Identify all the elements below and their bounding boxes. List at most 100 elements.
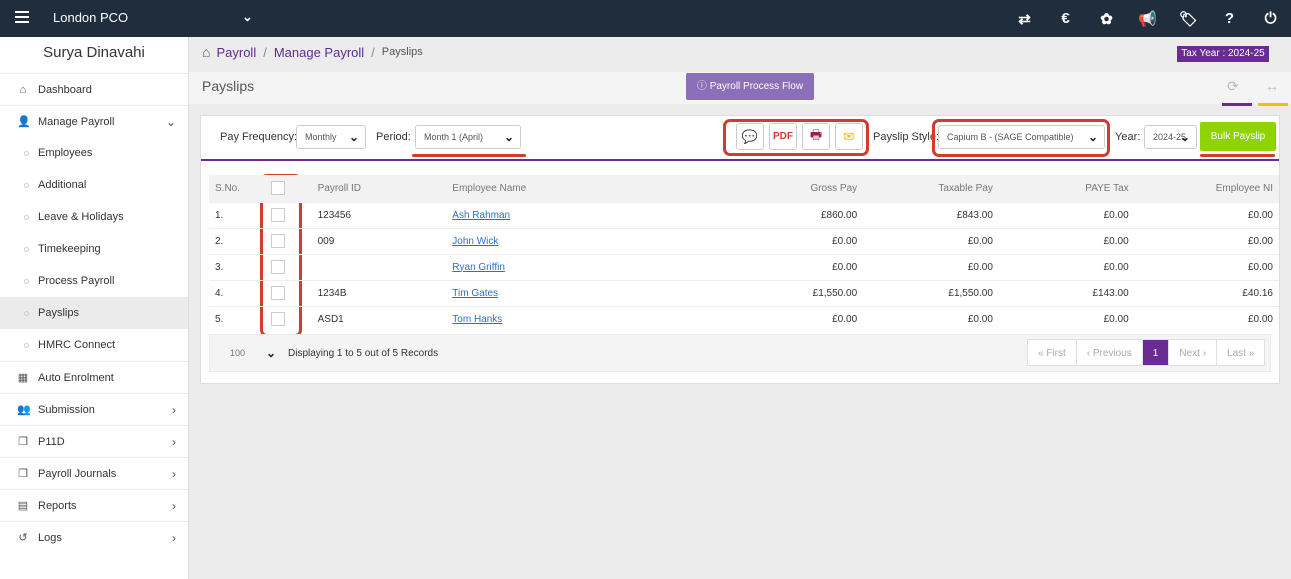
sidebar-item-p11d[interactable]: ❐ P11D ›	[0, 425, 188, 457]
sidebar-item-manage-payroll[interactable]: 👤 Manage Payroll ⌄	[0, 105, 188, 137]
header-employee-name[interactable]: Employee Name	[446, 175, 618, 202]
breadcrumb-manage-payroll[interactable]: Manage Payroll	[274, 45, 364, 60]
sidebar-sub-leave-holidays[interactable]: Leave & Holidays	[0, 201, 188, 233]
sidebar-sub-hmrc-connect[interactable]: HMRC Connect	[0, 329, 188, 361]
copy-icon: ❐	[18, 436, 28, 448]
sidebar-sub-timekeeping[interactable]: Timekeeping	[0, 233, 188, 265]
year-label: Year:	[1115, 131, 1141, 143]
transfer-icon[interactable]: ⇄	[1004, 0, 1045, 37]
copy-icon: ❐	[18, 468, 28, 480]
page-size-select[interactable]: 100 ⌄	[216, 342, 276, 364]
pager-page-1[interactable]: 1	[1141, 340, 1169, 365]
pager-previous[interactable]: ‹ Previous	[1075, 340, 1142, 365]
table-row: 5. ASD1 Tom Hanks £0.00 £0.00 £0.00 £0.0…	[209, 305, 1279, 332]
cell-payroll-id: 1234B	[311, 279, 447, 306]
cell-paye-tax: £0.00	[998, 305, 1135, 332]
sidebar-item-dashboard[interactable]: ⌂ Dashboard	[0, 73, 188, 105]
cell-employee-name: Ash Rahman	[446, 201, 618, 228]
currency-icon[interactable]: €	[1045, 0, 1086, 37]
grid-icon: ▦	[17, 372, 29, 384]
row-checkbox[interactable]	[270, 286, 285, 300]
ticket-icon[interactable]: 🏷	[1168, 0, 1209, 37]
cell-taxable-pay: £843.00	[863, 201, 999, 228]
chevron-down-icon: ⌄	[165, 115, 176, 129]
cell-paye-tax: £0.00	[998, 227, 1135, 254]
pay-frequency-value: Monthly	[305, 132, 337, 142]
sidebar-item-payroll-journals[interactable]: ❐ Payroll Journals ›	[0, 457, 188, 489]
sidebar-sub-payslips[interactable]: Payslips	[0, 297, 188, 329]
email-icon[interactable]: ✉	[835, 123, 863, 150]
employee-link[interactable]: Tim Gates	[452, 288, 498, 299]
cell-select	[264, 279, 312, 306]
cell-select	[264, 201, 312, 228]
header-taxable-pay[interactable]: Taxable Pay	[863, 175, 999, 202]
header-payroll-id[interactable]: Payroll ID	[311, 175, 447, 202]
table-footer: 100 ⌄ Displaying 1 to 5 out of 5 Records…	[209, 334, 1271, 372]
bulk-payslip-button[interactable]: Bulk Payslip	[1200, 122, 1276, 151]
breadcrumb-payroll[interactable]: Payroll	[216, 45, 256, 60]
hamburger-menu-icon[interactable]	[15, 11, 29, 23]
power-icon[interactable]: ⏻	[1250, 0, 1291, 37]
home-icon[interactable]: ⌂	[202, 44, 210, 60]
cell-gross-pay: £860.00	[617, 201, 864, 228]
tax-year-badge: Tax Year : 2024-25	[1177, 46, 1269, 62]
page-size-value: 100	[230, 348, 246, 358]
pdf-icon[interactable]: PDF	[769, 123, 797, 150]
pay-frequency-select[interactable]: Monthly ⌄	[296, 125, 366, 149]
cell-employee-name: Tom Hanks	[446, 305, 618, 332]
pager-last[interactable]: Last »	[1216, 340, 1264, 365]
sidebar-item-logs[interactable]: ↺ Logs ›	[0, 521, 188, 553]
sidebar-sub-process-payroll[interactable]: Process Payroll	[0, 265, 188, 297]
refresh-icon[interactable]: ⟳	[1227, 78, 1239, 95]
cell-sno: 3.	[209, 253, 265, 280]
announcement-icon[interactable]: 📢	[1127, 0, 1168, 37]
row-checkbox[interactable]	[270, 260, 285, 274]
employee-link[interactable]: Tom Hanks	[452, 314, 502, 325]
payroll-process-flow-button[interactable]: ⓘ Payroll Process Flow	[686, 73, 814, 100]
pager-next[interactable]: Next ›	[1168, 340, 1216, 365]
period-highlight-underline	[412, 154, 526, 157]
table-row: 3. Ryan Griffin £0.00 £0.00 £0.00 £0.00	[209, 253, 1279, 280]
pager-first[interactable]: « First	[1028, 340, 1076, 365]
company-chevron-down-icon[interactable]: ⌄	[242, 9, 253, 25]
cubes-icon[interactable]: ✿	[1086, 0, 1127, 37]
filter-bar: Pay Frequency: Monthly ⌄ Period: Month 1…	[201, 116, 1279, 161]
users-icon: 👥	[17, 404, 31, 416]
sidebar-item-label: Dashboard	[38, 84, 92, 96]
comments-icon[interactable]: 💬	[736, 123, 764, 150]
payroll-process-flow-label: Payroll Process Flow	[709, 81, 804, 92]
row-checkbox[interactable]	[270, 234, 285, 248]
employee-link[interactable]: Ash Rahman	[452, 210, 510, 221]
cell-employee-ni: £0.00	[1134, 305, 1279, 332]
print-icon[interactable]: 🖶	[802, 123, 830, 150]
sidebar-sub-employees[interactable]: Employees	[0, 137, 188, 169]
help-icon[interactable]: ?	[1209, 0, 1250, 37]
sidebar-sub-additional[interactable]: Additional	[0, 169, 188, 201]
table-row: 4. 1234B Tim Gates £1,550.00 £1,550.00 £…	[209, 279, 1279, 306]
pagination: « First ‹ Previous 1 Next › Last »	[1027, 339, 1266, 366]
cell-taxable-pay: £0.00	[863, 253, 999, 280]
payslip-style-value: Capium B - (SAGE Compatible)	[947, 132, 1074, 142]
sidebar-item-auto-enrolment[interactable]: ▦ Auto Enrolment	[0, 361, 188, 393]
cell-select	[264, 253, 312, 280]
expand-icon[interactable]: ↔	[1265, 78, 1279, 94]
sidebar-item-submission[interactable]: 👥 Submission ›	[0, 393, 188, 425]
payslip-style-select[interactable]: Capium B - (SAGE Compatible) ⌄	[938, 125, 1105, 149]
year-select[interactable]: 2024-25 ⌄	[1144, 125, 1197, 149]
header-paye-tax[interactable]: PAYE Tax	[998, 175, 1135, 202]
select-all-checkbox[interactable]	[270, 181, 285, 196]
employee-link[interactable]: Ryan Griffin	[452, 262, 505, 273]
row-checkbox[interactable]	[270, 312, 285, 327]
user-name: Surya Dinavahi	[43, 44, 145, 61]
header-gross-pay[interactable]: Gross Pay	[617, 175, 864, 202]
company-name[interactable]: London PCO	[53, 10, 128, 25]
header-employee-ni[interactable]: Employee NI	[1134, 175, 1279, 202]
breadcrumb-current: Payslips	[381, 46, 423, 58]
sidebar-item-reports[interactable]: ▤ Reports ›	[0, 489, 188, 521]
cell-sno: 2.	[209, 227, 265, 254]
row-checkbox[interactable]	[270, 208, 285, 222]
employee-link[interactable]: John Wick	[452, 236, 498, 247]
period-select[interactable]: Month 1 (April) ⌄	[415, 125, 521, 149]
cell-employee-ni: £40.16	[1134, 279, 1279, 306]
report-icon: ▤	[17, 500, 29, 512]
